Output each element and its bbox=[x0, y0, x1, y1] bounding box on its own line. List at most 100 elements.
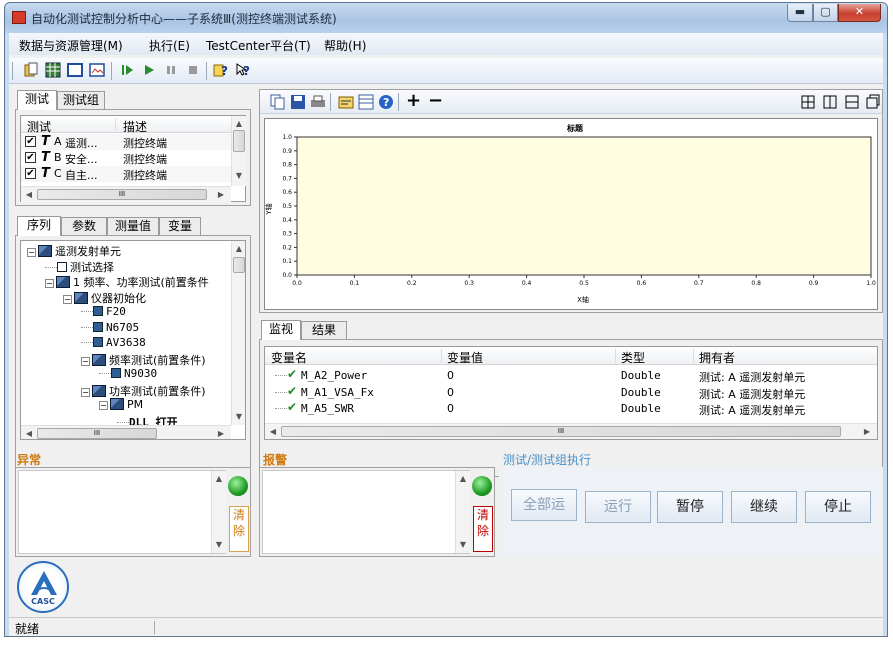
test-row[interactable]: ✔ T A 遥测... 测控终端 bbox=[21, 134, 231, 150]
alarm-vscroll[interactable]: ▲ ▼ bbox=[455, 471, 470, 553]
scroll-thumb[interactable]: III bbox=[281, 426, 841, 437]
column-var-value[interactable]: 变量值 bbox=[447, 349, 483, 366]
tree-node[interactable]: − 1 频率、功率测试(前置条件 bbox=[45, 274, 209, 290]
exception-clear-button[interactable]: 清除 bbox=[229, 506, 249, 552]
scroll-up-arrow[interactable]: ▲ bbox=[212, 471, 226, 487]
test-checkbox[interactable]: ✔ bbox=[25, 152, 36, 163]
run-icon[interactable] bbox=[141, 62, 157, 78]
alarm-clear-button[interactable]: 清除 bbox=[473, 506, 493, 552]
scroll-left-arrow[interactable]: ◀ bbox=[267, 424, 279, 440]
layout-3-icon[interactable] bbox=[844, 94, 860, 110]
scroll-right-arrow[interactable]: ▶ bbox=[215, 426, 227, 439]
menu-testcenter[interactable]: TestCenter平台(T) bbox=[206, 37, 311, 54]
tree-node[interactable]: − 功率测试(前置条件) bbox=[81, 383, 206, 399]
run-all-button[interactable]: 全部运 bbox=[511, 489, 577, 521]
scroll-down-arrow[interactable]: ▼ bbox=[456, 537, 470, 553]
open-icon[interactable] bbox=[23, 62, 39, 78]
context-help-icon[interactable]: ? bbox=[235, 62, 251, 78]
maximize-button[interactable]: ▢ bbox=[813, 4, 838, 22]
collapse-toggle[interactable]: − bbox=[63, 294, 72, 304]
tree-node[interactable]: DLL 打开 bbox=[117, 414, 178, 425]
tab-sequence[interactable]: 序列 bbox=[17, 216, 61, 236]
layout-1-icon[interactable] bbox=[800, 94, 816, 110]
column-var-name[interactable]: 变量名 bbox=[271, 349, 307, 366]
tree-node[interactable]: N9030 bbox=[99, 367, 157, 380]
alarm-log[interactable]: ▲ ▼ bbox=[262, 470, 470, 554]
layout-4-icon[interactable] bbox=[866, 94, 880, 110]
tree-node[interactable]: − 仪器初始化 bbox=[63, 290, 146, 306]
copy-icon[interactable] bbox=[270, 94, 286, 110]
test-row[interactable]: ✔ T B 安全... 测控终端 bbox=[21, 150, 231, 166]
zoom-in-icon[interactable]: + bbox=[406, 90, 421, 111]
tab-variables[interactable]: 变量 bbox=[159, 217, 201, 235]
monitor-row[interactable]: ✔ M_A5_SWR 0 Double 测试: A 遥测发射单元 bbox=[265, 400, 877, 417]
scroll-down-arrow[interactable]: ▼ bbox=[212, 537, 226, 553]
monitor-row[interactable]: ✔ M_A2_Power 0 Double 测试: A 遥测发射单元 bbox=[265, 367, 877, 384]
menu-data-resources[interactable]: 数据与资源管理(M) bbox=[19, 37, 123, 54]
pause-button[interactable]: 暂停 bbox=[657, 491, 723, 523]
tree-vscroll[interactable]: ▲ ▼ bbox=[231, 241, 245, 425]
scroll-left-arrow[interactable]: ◀ bbox=[23, 187, 35, 203]
help-icon[interactable]: ? bbox=[213, 62, 229, 78]
tab-test[interactable]: 测试 bbox=[17, 90, 57, 110]
column-description[interactable]: 描述 bbox=[123, 118, 147, 135]
help-icon[interactable]: ? bbox=[378, 94, 394, 110]
collapse-toggle[interactable]: − bbox=[81, 387, 90, 397]
test-list-hscroll[interactable]: ◀ III ▶ bbox=[21, 186, 231, 202]
collapse-toggle[interactable]: − bbox=[45, 279, 54, 288]
scroll-right-arrow[interactable]: ▶ bbox=[215, 187, 227, 203]
column-type[interactable]: 类型 bbox=[621, 349, 645, 366]
scroll-left-arrow[interactable]: ◀ bbox=[23, 426, 35, 439]
tab-test-group[interactable]: 测试组 bbox=[57, 91, 105, 109]
tab-monitor[interactable]: 监视 bbox=[261, 320, 301, 340]
menu-execute[interactable]: 执行(E) bbox=[149, 37, 190, 54]
exception-log[interactable]: ▲ ▼ bbox=[18, 470, 226, 554]
monitor-row[interactable]: ✔ M_A1_VSA_Fx 0 Double 测试: A 遥测发射单元 bbox=[265, 384, 877, 401]
continue-button[interactable]: 继续 bbox=[731, 491, 797, 523]
tree-node[interactable]: AV3638 bbox=[81, 336, 146, 349]
scroll-up-arrow[interactable]: ▲ bbox=[232, 241, 245, 257]
collapse-toggle[interactable]: − bbox=[99, 401, 108, 410]
exception-vscroll[interactable]: ▲ ▼ bbox=[211, 471, 226, 553]
step-run-icon[interactable] bbox=[119, 62, 135, 78]
scroll-down-arrow[interactable]: ▼ bbox=[232, 168, 246, 184]
tab-measurements[interactable]: 测量值 bbox=[107, 217, 159, 235]
stop-button[interactable]: 停止 bbox=[805, 491, 871, 523]
image-icon[interactable] bbox=[89, 62, 105, 78]
pause-icon[interactable] bbox=[163, 62, 179, 78]
title-bar[interactable]: 自动化测试控制分析中心——子系统Ⅲ(测控终端测试系统) ▬ ▢ ✕ bbox=[5, 3, 887, 33]
properties-icon[interactable] bbox=[338, 94, 354, 110]
tree-node[interactable]: − 频率测试(前置条件) bbox=[81, 352, 206, 368]
monitor-hscroll[interactable]: ◀ III ▶ bbox=[265, 423, 877, 439]
scroll-thumb[interactable] bbox=[233, 257, 245, 273]
tree-node[interactable]: 测试选择 bbox=[45, 259, 114, 275]
tree-node[interactable]: N6705 bbox=[81, 321, 139, 334]
scroll-down-arrow[interactable]: ▼ bbox=[232, 409, 245, 425]
run-button[interactable]: 运行 bbox=[585, 491, 651, 523]
test-checkbox[interactable]: ✔ bbox=[25, 136, 36, 147]
tree-hscroll[interactable]: ◀ III ▶ bbox=[21, 425, 231, 439]
stop-icon[interactable] bbox=[185, 62, 201, 78]
close-button[interactable]: ✕ bbox=[838, 4, 881, 22]
table-icon[interactable] bbox=[358, 94, 374, 110]
menu-help[interactable]: 帮助(H) bbox=[324, 37, 366, 54]
column-test[interactable]: 测试 bbox=[27, 118, 51, 135]
tab-results[interactable]: 结果 bbox=[301, 321, 347, 339]
collapse-toggle[interactable]: − bbox=[27, 248, 36, 257]
test-list-vscroll[interactable]: ▲ ▼ bbox=[231, 116, 246, 186]
column-owner[interactable]: 拥有者 bbox=[699, 349, 735, 366]
scroll-thumb[interactable] bbox=[233, 130, 245, 152]
tree-node[interactable]: − 遥测发射单元 bbox=[27, 243, 121, 259]
layout-2-icon[interactable] bbox=[822, 94, 838, 110]
tree-node[interactable]: − PM bbox=[99, 398, 143, 411]
save-icon[interactable] bbox=[290, 94, 306, 110]
tab-parameters[interactable]: 参数 bbox=[61, 217, 107, 235]
scroll-thumb[interactable]: III bbox=[37, 428, 157, 439]
zoom-out-icon[interactable]: − bbox=[428, 90, 443, 111]
collapse-toggle[interactable]: − bbox=[81, 356, 90, 366]
scroll-up-arrow[interactable]: ▲ bbox=[456, 471, 470, 487]
grid-icon[interactable] bbox=[45, 62, 61, 78]
test-row[interactable]: ✔ T C 自主... 测控终端 bbox=[21, 166, 231, 182]
print-icon[interactable] bbox=[310, 94, 326, 110]
scroll-thumb[interactable]: III bbox=[37, 189, 207, 200]
